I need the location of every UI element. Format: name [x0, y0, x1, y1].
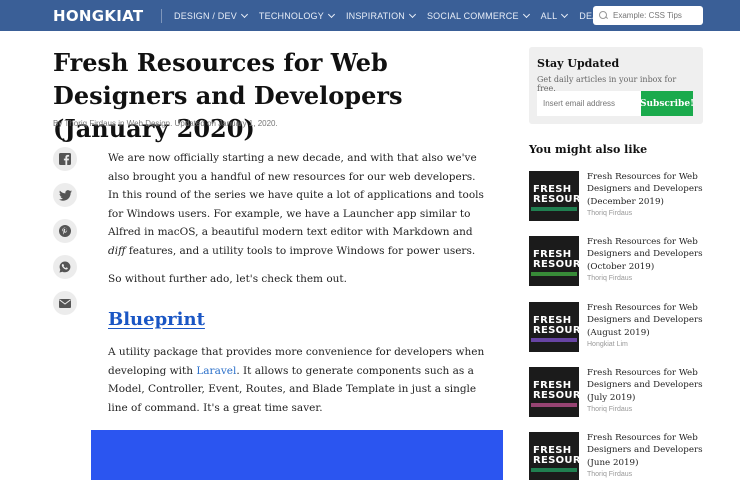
- chevron-down-icon: [561, 10, 569, 18]
- thumbnail-text: FRESH RESOURCES: [533, 249, 579, 270]
- laravel-link[interactable]: Laravel: [196, 365, 236, 377]
- related-author: Hongkiat Lim: [587, 341, 628, 348]
- facebook-icon: [59, 153, 71, 165]
- related-author: Thoriq Firdaus: [587, 275, 633, 282]
- chevron-down-icon: [327, 10, 335, 18]
- nav-item-technology[interactable]: TECHNOLOGY: [258, 10, 335, 21]
- chevron-down-icon: [240, 10, 248, 18]
- nav-item-design-dev[interactable]: DESIGN / DEV: [174, 10, 248, 21]
- article-paragraph: A utility package that provides more con…: [108, 343, 488, 417]
- related-item[interactable]: FRESH RESOURCES Fresh Resources for Web D…: [529, 302, 709, 358]
- thumbnail-stripe: [531, 403, 577, 407]
- whatsapp-icon: [59, 261, 71, 273]
- nav-search-box[interactable]: [593, 6, 703, 25]
- article-byline: By Thoriq Firdaus in Web Design. Updated…: [53, 119, 278, 128]
- search-input[interactable]: [613, 11, 695, 20]
- related-author: Thoriq Firdaus: [587, 210, 633, 217]
- share-bar: [53, 147, 77, 327]
- share-twitter-button[interactable]: [53, 183, 77, 207]
- subscribe-form: Subscribe!: [537, 91, 694, 116]
- nav-label: TECHNOLOGY: [258, 10, 324, 21]
- paragraph-text: We are now officially starting a new dec…: [108, 152, 484, 239]
- thumbnail-text: FRESH RESOURCES: [533, 380, 579, 401]
- related-title-link[interactable]: Fresh Resources for Web Designers and De…: [587, 171, 707, 208]
- share-email-button[interactable]: [53, 291, 77, 315]
- newsletter-box: Stay Updated Get daily articles in your …: [529, 47, 703, 124]
- related-title-link[interactable]: Fresh Resources for Web Designers and De…: [587, 367, 707, 404]
- article-paragraph: We are now officially starting a new dec…: [108, 149, 488, 261]
- nav-divider: [161, 8, 162, 23]
- article-paragraph: So without further ado, let's check them…: [108, 273, 347, 285]
- related-author: Thoriq Firdaus: [587, 406, 633, 413]
- pinterest-icon: [59, 225, 71, 237]
- thumbnail-stripe: [531, 468, 577, 472]
- related-title-link[interactable]: Fresh Resources for Web Designers and De…: [587, 302, 707, 339]
- site-logo[interactable]: HONGKIAT: [53, 7, 143, 25]
- related-item[interactable]: FRESH RESOURCES Fresh Resources for Web D…: [529, 432, 709, 480]
- emphasis-text: diff: [108, 244, 126, 257]
- newsletter-title: Stay Updated: [537, 57, 620, 70]
- related-thumbnail[interactable]: FRESH RESOURCES: [529, 171, 579, 221]
- thumbnail-stripe: [531, 272, 577, 276]
- section-heading-link[interactable]: Blueprint: [108, 309, 205, 330]
- subscribe-button[interactable]: Subscribe!: [640, 91, 694, 116]
- email-icon: [59, 298, 71, 308]
- chevron-down-icon: [408, 10, 417, 18]
- nav-label: INSPIRATION: [345, 10, 405, 21]
- related-thumbnail[interactable]: FRESH RESOURCES: [529, 302, 579, 352]
- related-thumbnail[interactable]: FRESH RESOURCES: [529, 432, 579, 480]
- twitter-icon: [58, 189, 72, 201]
- thumbnail-stripe: [531, 207, 577, 211]
- share-pinterest-button[interactable]: [53, 219, 77, 243]
- article-title: Fresh Resources for Web Designers and De…: [53, 48, 403, 143]
- related-author: Thoriq Firdaus: [587, 471, 633, 478]
- article-image: [91, 430, 503, 480]
- paragraph-text: features, and a utility tools to improve…: [125, 244, 476, 257]
- related-thumbnail[interactable]: FRESH RESOURCES: [529, 236, 579, 286]
- share-facebook-button[interactable]: [53, 147, 77, 171]
- nav-label: DESIGN / DEV: [174, 10, 237, 21]
- chevron-down-icon: [522, 10, 530, 18]
- email-field[interactable]: [537, 91, 641, 116]
- nav-label: SOCIAL COMMERCE: [426, 10, 519, 21]
- nav-item-social-commerce[interactable]: SOCIAL COMMERCE: [426, 10, 530, 21]
- nav-label: ALL: [540, 10, 558, 21]
- related-item[interactable]: FRESH RESOURCES Fresh Resources for Web D…: [529, 367, 709, 423]
- thumbnail-text: FRESH RESOURCES: [533, 315, 579, 336]
- thumbnail-stripe: [531, 338, 577, 342]
- thumbnail-text: FRESH RESOURCES: [533, 445, 579, 466]
- nav-menu: DESIGN / DEV TECHNOLOGY INSPIRATION SOCI…: [161, 0, 622, 31]
- nav-item-inspiration[interactable]: INSPIRATION: [345, 10, 417, 21]
- related-item[interactable]: FRESH RESOURCES Fresh Resources for Web D…: [529, 171, 709, 227]
- nav-item-all[interactable]: ALL: [540, 10, 569, 21]
- thumbnail-text: FRESH RESOURCES: [533, 184, 579, 205]
- share-whatsapp-button[interactable]: [53, 255, 77, 279]
- related-title-link[interactable]: Fresh Resources for Web Designers and De…: [587, 236, 707, 273]
- related-item[interactable]: FRESH RESOURCES Fresh Resources for Web D…: [529, 236, 709, 292]
- related-title-link[interactable]: Fresh Resources for Web Designers and De…: [587, 432, 707, 469]
- related-heading: You might also like: [529, 143, 648, 156]
- top-navbar: HONGKIAT DESIGN / DEV TECHNOLOGY INSPIRA…: [0, 0, 740, 31]
- related-thumbnail[interactable]: FRESH RESOURCES: [529, 367, 579, 417]
- search-icon[interactable]: [599, 11, 608, 20]
